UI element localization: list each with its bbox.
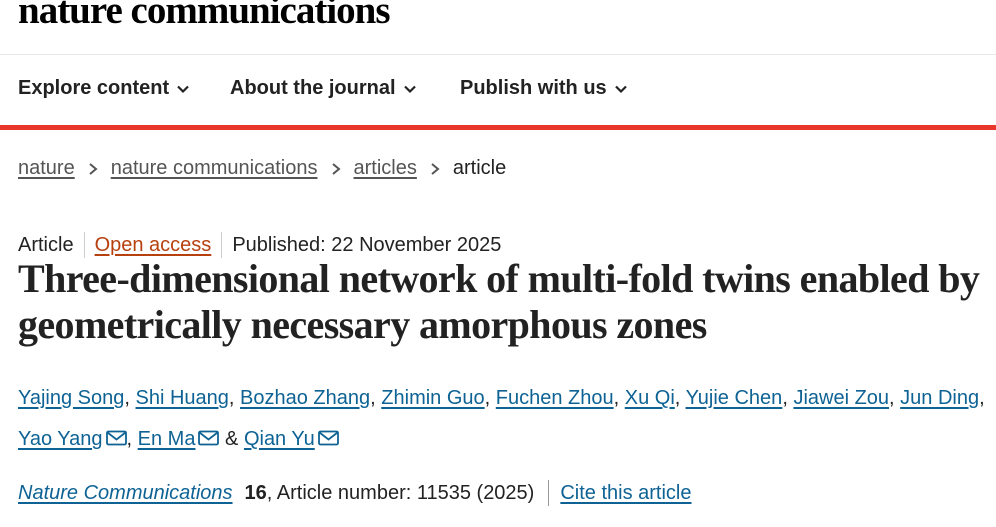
chevron-down-icon [403,85,416,93]
breadcrumb: nature nature communications articles ar… [18,157,506,180]
nav-about-the-journal[interactable]: About the journal [230,77,417,100]
chevron-right-icon [89,162,98,175]
meta-divider [221,232,223,258]
author-separator: , [674,387,681,409]
author-link[interactable]: Jun Ding [900,387,979,409]
breadcrumb-nature-communications[interactable]: nature communications [111,157,318,180]
meta-divider [83,232,85,258]
chevron-right-icon [331,162,341,175]
published-date: Published: 22 November 2025 [232,233,502,256]
author-link[interactable]: En Ma [138,428,196,450]
author-link[interactable]: Xu Qi [625,387,675,409]
author-link[interactable]: Zhimin Guo [381,387,484,409]
author-separator: , [613,387,620,409]
chevron-down-icon [177,85,189,93]
open-access-link[interactable]: Open access [95,234,212,257]
author-link[interactable]: Shi Huang [136,387,229,409]
mail-icon[interactable] [198,430,220,446]
article-number: , Article number: 11535 (2025) [266,481,535,504]
author-link[interactable]: Qian Yu [244,428,315,450]
nav-publish-with-us[interactable]: Publish with us [460,77,628,100]
masthead: nature communications [0,0,996,55]
journal-link[interactable]: Nature Communications [18,482,233,505]
author-separator: , [126,428,133,450]
author-link[interactable]: Yao Yang [18,428,103,450]
site-logo[interactable]: nature communications [18,0,391,33]
author-separator: , [124,387,130,409]
author-separator: , [979,387,985,409]
author-link[interactable]: Yujie Chen [686,387,783,409]
nav-explore-content[interactable]: Explore content [18,77,190,100]
chevron-right-icon [431,162,440,175]
author-separator: , [370,387,376,409]
chevron-down-icon [614,85,627,93]
volume-number: 16 [244,481,267,504]
author-separator: , [484,387,491,409]
author-separator: , [228,387,235,409]
article-type: Article [18,233,74,256]
author-link[interactable]: Yajing Song [18,387,124,409]
main-nav: Explore content About the journal Publis… [0,55,996,130]
cite-this-article-link[interactable]: Cite this article [560,482,691,505]
article-title: Three-dimensional network of multi-fold … [18,256,980,347]
citation-divider [548,480,550,506]
author-link[interactable]: Jiawei Zou [793,387,889,409]
author-separator: , [889,387,895,409]
citation-line: Nature Communications 16 , Article numbe… [18,480,692,506]
mail-icon[interactable] [105,430,127,446]
author-conjunction: & [225,428,239,450]
author-list: Yajing Song, Shi Huang, Bozhao Zhang, Zh… [18,378,993,460]
nav-item-label: Publish with us [460,77,607,99]
nav-item-label: About the journal [230,77,396,99]
author-link[interactable]: Fuchen Zhou [496,387,614,409]
nav-item-label: Explore content [18,77,170,99]
author-separator: , [782,387,788,409]
breadcrumb-current: article [452,157,507,179]
article-meta: Article Open access Published: 22 Novemb… [18,232,501,258]
breadcrumb-nature[interactable]: nature [18,157,75,180]
author-link[interactable]: Bozhao Zhang [240,387,370,409]
mail-icon[interactable] [317,430,339,446]
breadcrumb-articles[interactable]: articles [354,157,417,180]
